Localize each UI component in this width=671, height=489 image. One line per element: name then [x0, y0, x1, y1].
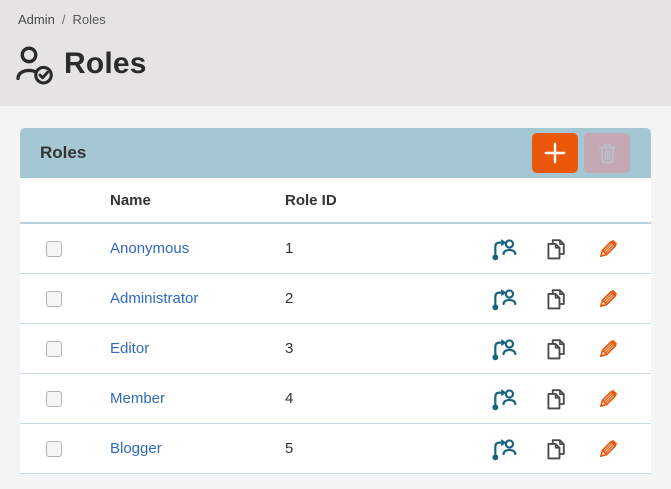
trash-icon — [595, 141, 620, 166]
copy-icon[interactable] — [543, 336, 569, 362]
page-header: Admin / Roles Roles — [0, 0, 671, 106]
breadcrumb-roles: Roles — [72, 12, 105, 27]
row-checkbox[interactable] — [46, 391, 62, 407]
edit-icon[interactable] — [595, 386, 621, 412]
role-name-link[interactable]: Member — [110, 390, 165, 407]
assign-users-icon[interactable] — [491, 436, 517, 462]
row-checkbox[interactable] — [46, 291, 62, 307]
copy-icon[interactable] — [543, 286, 569, 312]
role-name-link[interactable]: Blogger — [110, 440, 162, 457]
breadcrumb-admin[interactable]: Admin — [18, 12, 55, 27]
role-name-link[interactable]: Administrator — [110, 290, 198, 307]
user-check-icon — [14, 43, 54, 85]
copy-icon[interactable] — [543, 236, 569, 262]
column-header-name: Name — [110, 192, 285, 209]
edit-icon[interactable] — [595, 336, 621, 362]
add-role-button[interactable] — [532, 133, 578, 173]
role-name-link[interactable]: Editor — [110, 340, 149, 357]
roles-panel: Roles Name Role ID Anonymous 1 — [20, 128, 651, 474]
edit-icon[interactable] — [595, 436, 621, 462]
table-row: Anonymous 1 — [20, 224, 651, 274]
edit-icon[interactable] — [595, 286, 621, 312]
page-title-row: Roles — [14, 43, 653, 85]
table-row: Editor 3 — [20, 324, 651, 374]
breadcrumb-separator: / — [62, 12, 66, 27]
assign-users-icon[interactable] — [491, 286, 517, 312]
role-id-value: 2 — [285, 290, 491, 307]
edit-icon[interactable] — [595, 236, 621, 262]
table-header-row: Name Role ID — [20, 178, 651, 224]
row-checkbox[interactable] — [46, 241, 62, 257]
role-name-link[interactable]: Anonymous — [110, 240, 189, 257]
page-title: Roles — [64, 47, 147, 81]
copy-icon[interactable] — [543, 436, 569, 462]
role-id-value: 4 — [285, 390, 491, 407]
column-header-role-id: Role ID — [285, 192, 651, 209]
delete-roles-button[interactable] — [584, 133, 630, 173]
role-id-value: 5 — [285, 440, 491, 457]
row-checkbox[interactable] — [46, 341, 62, 357]
panel-title: Roles — [40, 143, 532, 163]
copy-icon[interactable] — [543, 386, 569, 412]
assign-users-icon[interactable] — [491, 236, 517, 262]
breadcrumb: Admin / Roles — [18, 12, 653, 27]
role-id-value: 1 — [285, 240, 491, 257]
table-row: Member 4 — [20, 374, 651, 424]
assign-users-icon[interactable] — [491, 336, 517, 362]
row-checkbox[interactable] — [46, 441, 62, 457]
table-row: Administrator 2 — [20, 274, 651, 324]
table-row: Blogger 5 — [20, 424, 651, 474]
plus-icon — [542, 140, 568, 166]
assign-users-icon[interactable] — [491, 386, 517, 412]
role-id-value: 3 — [285, 340, 491, 357]
roles-panel-header: Roles — [20, 128, 651, 178]
